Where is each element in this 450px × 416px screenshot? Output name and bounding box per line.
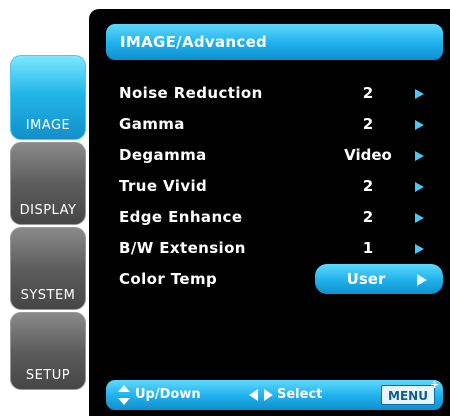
setting-value: 2 bbox=[362, 115, 374, 133]
setting-row-color-temp[interactable]: Color Temp User bbox=[119, 264, 443, 294]
setting-row-bw-extension[interactable]: B/W Extension 1 bbox=[119, 236, 439, 260]
tab-system[interactable]: SYSTEM bbox=[10, 227, 86, 310]
footer-bar: Up/Down Select MENU + bbox=[106, 378, 443, 410]
arrow-right-icon[interactable] bbox=[417, 274, 427, 286]
page-title: IMAGE/Advanced bbox=[120, 33, 268, 51]
arrow-right-icon[interactable] bbox=[415, 213, 424, 223]
up-down-icon bbox=[118, 385, 130, 405]
setting-row-true-vivid[interactable]: True Vivid 2 bbox=[119, 174, 439, 198]
setting-value: 2 bbox=[362, 84, 374, 102]
arrow-right-icon[interactable] bbox=[415, 120, 424, 130]
setting-row-degamma[interactable]: Degamma Video bbox=[119, 143, 439, 167]
menu-button[interactable]: MENU bbox=[381, 385, 435, 405]
arrow-right-icon[interactable] bbox=[415, 151, 424, 161]
tab-display[interactable]: DISPLAY bbox=[10, 142, 86, 225]
setting-label: Gamma bbox=[119, 115, 185, 133]
arrow-right-icon[interactable] bbox=[415, 182, 424, 192]
tab-setup[interactable]: SETUP bbox=[10, 312, 86, 390]
arrow-right-icon[interactable] bbox=[415, 89, 424, 99]
left-right-icon bbox=[249, 389, 273, 401]
setting-value: User bbox=[346, 270, 386, 288]
tab-image[interactable]: IMAGE bbox=[10, 55, 86, 140]
setting-label: Color Temp bbox=[119, 270, 218, 288]
updown-hint: Up/Down bbox=[135, 387, 201, 402]
menu-title-bar: IMAGE/Advanced bbox=[106, 24, 443, 60]
select-hint: Select bbox=[277, 387, 323, 402]
setting-row-edge-enhance[interactable]: Edge Enhance 2 bbox=[119, 205, 439, 229]
setting-label: B/W Extension bbox=[119, 239, 246, 257]
menu-plus-badge: + bbox=[430, 378, 440, 391]
arrow-right-icon[interactable] bbox=[415, 244, 424, 254]
setting-value: 2 bbox=[362, 208, 374, 226]
setting-row-gamma[interactable]: Gamma 2 bbox=[119, 112, 439, 136]
setting-label: Degamma bbox=[119, 146, 207, 164]
setting-value: 2 bbox=[362, 177, 374, 195]
setting-row-noise-reduction[interactable]: Noise Reduction 2 bbox=[119, 81, 439, 105]
setting-value: 1 bbox=[362, 239, 374, 257]
setting-label: Noise Reduction bbox=[119, 84, 263, 102]
setting-label: True Vivid bbox=[119, 177, 208, 195]
setting-value: Video bbox=[344, 146, 392, 164]
setting-label: Edge Enhance bbox=[119, 208, 243, 226]
